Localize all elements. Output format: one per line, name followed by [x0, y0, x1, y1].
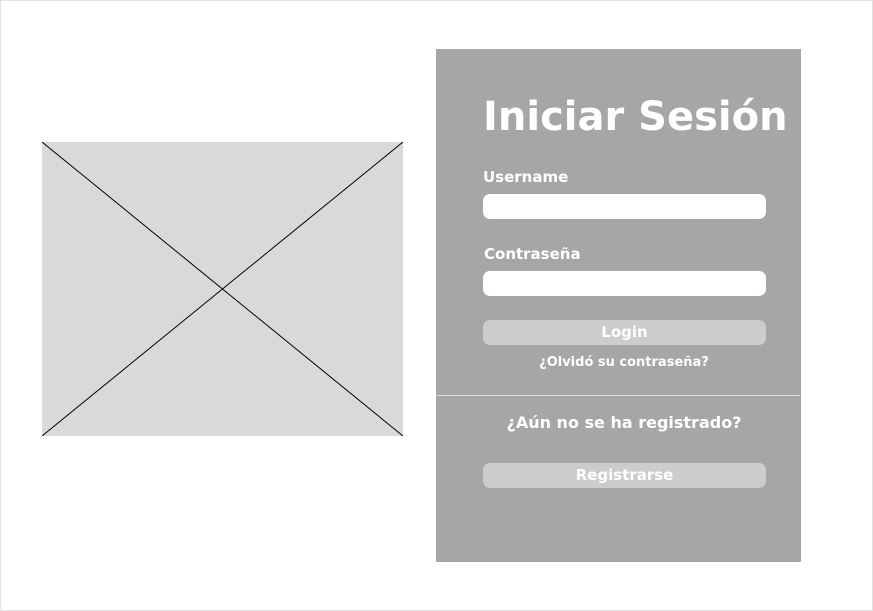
section-divider [436, 395, 800, 396]
image-placeholder-icon [42, 142, 403, 436]
username-input[interactable] [483, 194, 766, 219]
login-panel: Iniciar Sesión Username Contraseña Login… [436, 49, 801, 562]
username-label: Username [483, 168, 569, 186]
password-label: Contraseña [484, 245, 581, 263]
password-input[interactable] [483, 271, 766, 296]
image-placeholder [42, 142, 403, 436]
forgot-password-link[interactable]: ¿Olvidó su contraseña? [436, 355, 812, 370]
register-prompt: ¿Aún no se ha registrado? [506, 413, 742, 432]
login-button[interactable]: Login [483, 320, 766, 345]
page-title: Iniciar Sesión [483, 94, 788, 140]
register-button[interactable]: Registrarse [483, 463, 766, 488]
